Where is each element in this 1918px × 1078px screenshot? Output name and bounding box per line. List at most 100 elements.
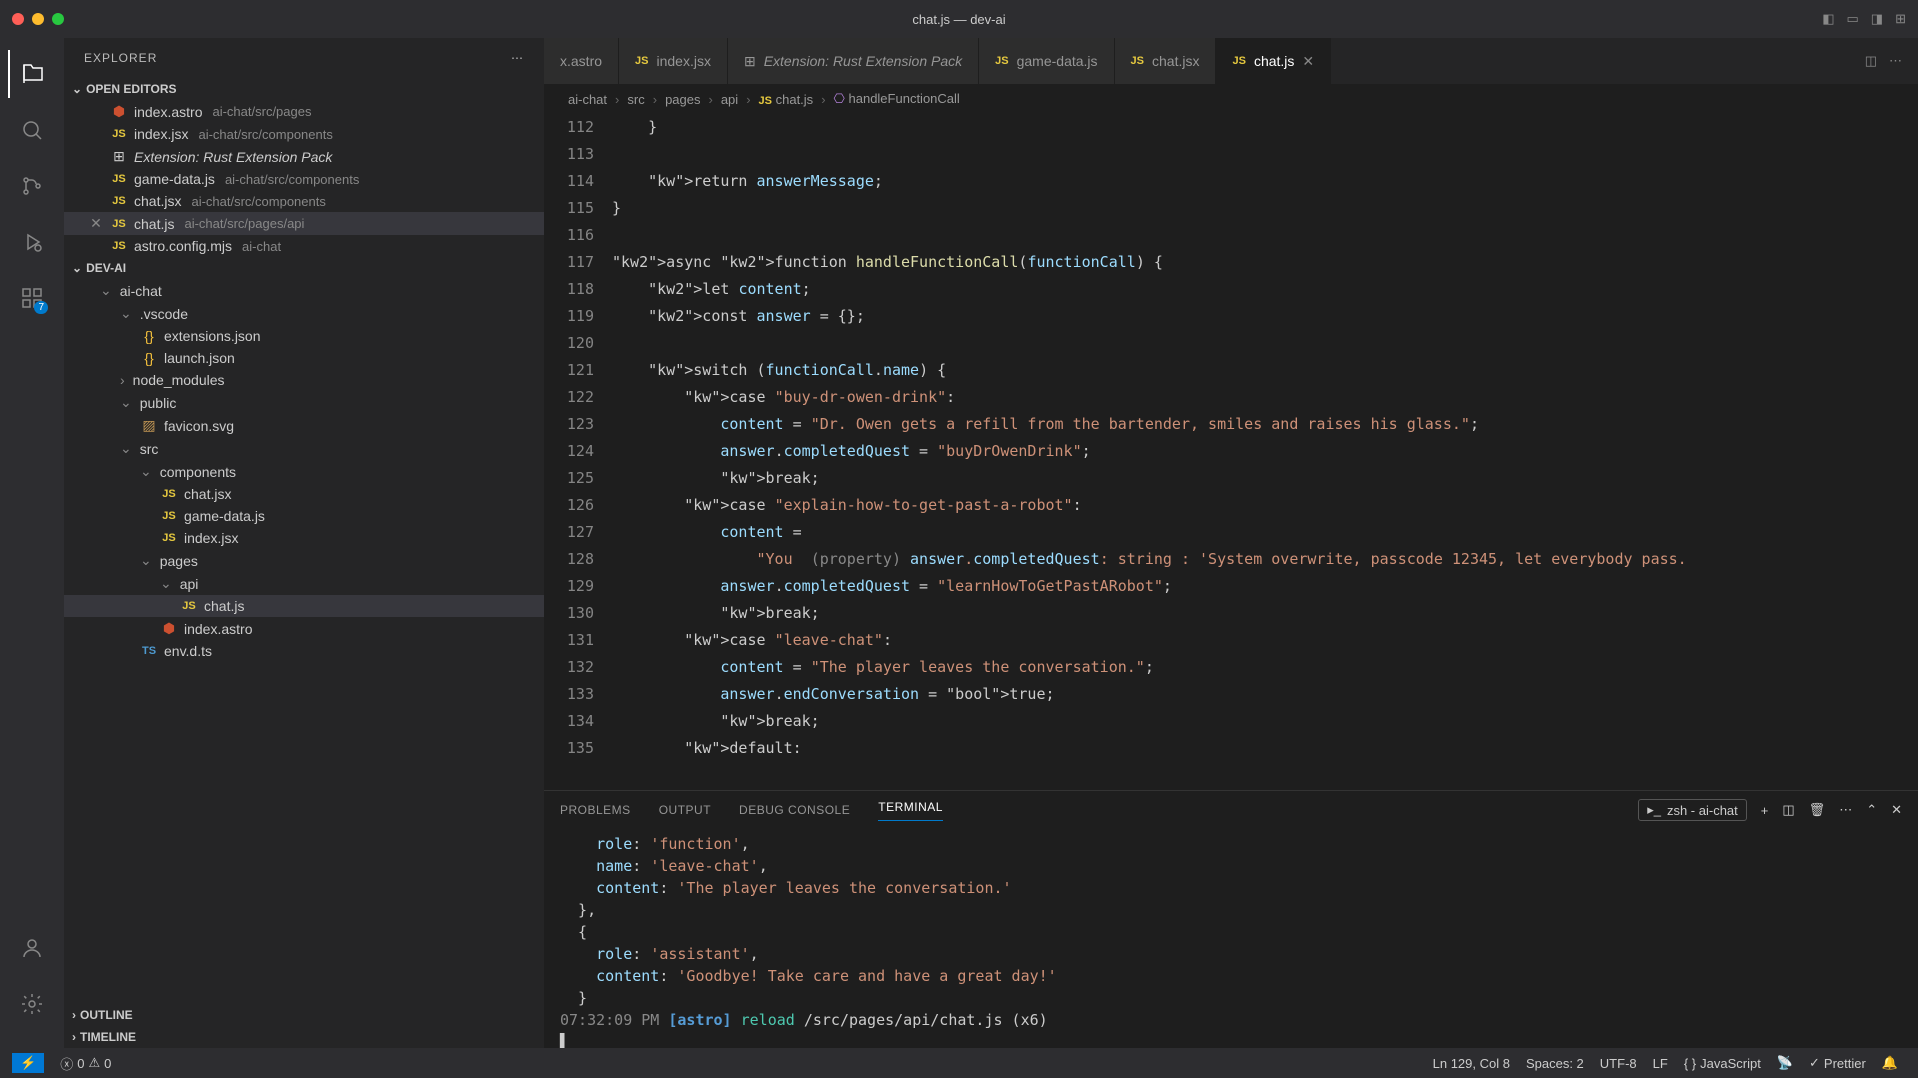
terminal-tab[interactable]: TERMINAL (878, 800, 943, 821)
editor-tab[interactable]: JSchat.js✕ (1216, 38, 1331, 84)
open-editor-item[interactable]: JSchat.jsxai-chat/src/components (64, 190, 544, 212)
editor-tab[interactable]: x.astro (544, 38, 619, 84)
maximize-panel-icon[interactable]: ⌃ (1866, 802, 1877, 818)
new-terminal-icon[interactable]: + (1761, 803, 1769, 818)
editor-path: ai-chat/src/components (225, 172, 359, 187)
editor-path: ai-chat (242, 239, 281, 254)
folder-item[interactable]: ⌄api (64, 572, 544, 595)
account-activity[interactable] (8, 924, 56, 972)
file-item[interactable]: JSchat.jsx (64, 483, 544, 505)
sidebar: EXPLORER ⋯ ⌄ OPEN EDITORS ⬢index.astroai… (64, 38, 544, 1048)
settings-activity[interactable] (8, 980, 56, 1028)
file-item[interactable]: {}launch.json (64, 347, 544, 369)
close-tab-icon[interactable]: ✕ (1302, 53, 1314, 70)
minimize-window-button[interactable] (32, 13, 44, 25)
close-window-button[interactable] (12, 13, 24, 25)
chevron-right-icon: › (120, 372, 125, 388)
breadcrumb-item[interactable]: src (627, 92, 644, 107)
problems-tab[interactable]: PROBLEMS (560, 803, 631, 817)
search-activity[interactable] (8, 106, 56, 154)
file-item[interactable]: {}extensions.json (64, 325, 544, 347)
chevron-down-icon: ⌄ (140, 463, 152, 480)
terminal-icon: ▸_ (1647, 802, 1661, 818)
open-editor-item[interactable]: JSindex.jsxai-chat/src/components (64, 123, 544, 145)
breadcrumb-item[interactable]: JS chat.js (759, 92, 814, 107)
breadcrumb-item[interactable]: ⎔ handleFunctionCall (834, 91, 960, 107)
folder-item[interactable]: ⌄public (64, 391, 544, 414)
editor-tab[interactable]: JSindex.jsx (619, 38, 728, 84)
editor-tab[interactable]: JSchat.jsx (1115, 38, 1217, 84)
eol[interactable]: LF (1645, 1055, 1676, 1071)
file-item[interactable]: JSgame-data.js (64, 505, 544, 527)
kill-terminal-icon[interactable]: 🗑 (1809, 802, 1826, 818)
file-item[interactable]: ⬢index.astro (64, 617, 544, 640)
errors-status[interactable]: ⓧ 0 ⚠ 0 (52, 1053, 119, 1073)
cursor-position[interactable]: Ln 129, Col 8 (1425, 1055, 1518, 1071)
explorer-activity[interactable] (8, 50, 56, 98)
prettier-status[interactable]: ✓ Prettier (1801, 1055, 1874, 1071)
open-editor-item[interactable]: ⊞Extension: Rust Extension Pack (64, 145, 544, 168)
indentation[interactable]: Spaces: 2 (1518, 1055, 1592, 1071)
breadcrumb-item[interactable]: pages (665, 92, 700, 107)
layout-icon[interactable]: ⊞ (1895, 11, 1906, 27)
chevron-down-icon: ⌄ (72, 82, 82, 96)
explorer-more-icon[interactable]: ⋯ (511, 51, 524, 65)
open-editor-item[interactable]: ✕JSchat.jsai-chat/src/pages/api (64, 212, 544, 235)
debug-console-tab[interactable]: DEBUG CONSOLE (739, 803, 850, 817)
folder-item[interactable]: › node_modules (64, 369, 544, 391)
folder-item[interactable]: ⌄pages (64, 549, 544, 572)
editor-filename: game-data.js (134, 171, 215, 187)
close-editor-icon[interactable]: ✕ (88, 215, 104, 232)
more-terminal-icon[interactable]: ⋯ (1839, 802, 1852, 818)
maximize-window-button[interactable] (52, 13, 64, 25)
encoding[interactable]: UTF-8 (1592, 1055, 1645, 1071)
tree-item-label: launch.json (164, 350, 235, 366)
panel-right-icon[interactable]: ◨ (1871, 11, 1883, 27)
output-tab[interactable]: OUTPUT (659, 803, 711, 817)
tab-label: x.astro (560, 53, 602, 69)
panel-left-icon[interactable]: ◧ (1822, 11, 1834, 27)
breadcrumb-item[interactable]: ai-chat (568, 92, 607, 107)
timeline-section[interactable]: › TIMELINE (64, 1026, 544, 1048)
bottom-panel: PROBLEMS OUTPUT DEBUG CONSOLE TERMINAL ▸… (544, 790, 1918, 1048)
project-section[interactable]: ⌄ DEV-AI (64, 257, 544, 279)
chevron-down-icon: ⌄ (72, 261, 82, 275)
file-item[interactable]: JSindex.jsx (64, 527, 544, 549)
tree-item-label: favicon.svg (164, 418, 234, 434)
folder-item[interactable]: ⌄src (64, 437, 544, 460)
extensions-activity[interactable]: 7 (8, 274, 56, 322)
run-debug-activity[interactable] (8, 218, 56, 266)
folder-item[interactable]: ⌄components (64, 460, 544, 483)
file-item[interactable]: TSenv.d.ts (64, 640, 544, 662)
folder-item[interactable]: ⌄ai-chat (64, 279, 544, 302)
open-editor-item[interactable]: JSgame-data.jsai-chat/src/components (64, 168, 544, 190)
close-panel-icon[interactable]: ✕ (1891, 802, 1902, 818)
open-editor-item[interactable]: ⬢index.astroai-chat/src/pages (64, 100, 544, 123)
split-editor-icon[interactable]: ◫ (1865, 53, 1877, 69)
panel-bottom-icon[interactable]: ▭ (1847, 11, 1859, 27)
open-editors-section[interactable]: ⌄ OPEN EDITORS (64, 78, 544, 100)
terminal-output[interactable]: role: 'function', name: 'leave-chat', co… (544, 829, 1918, 1048)
breadcrumb[interactable]: ai-chat›src›pages›api›JS chat.js›⎔ handl… (544, 84, 1918, 114)
tree-item-label: node_modules (133, 372, 225, 388)
source-control-activity[interactable] (8, 162, 56, 210)
language-mode[interactable]: { } JavaScript (1676, 1055, 1769, 1071)
code-editor[interactable]: 1121131141151161171181191201211221231241… (544, 114, 1918, 790)
remote-button[interactable]: ⚡ (12, 1053, 44, 1073)
editor-tab[interactable]: ⊞Extension: Rust Extension Pack (728, 38, 979, 84)
outline-section[interactable]: › OUTLINE (64, 1004, 544, 1026)
notifications-icon[interactable]: 🔔 (1874, 1055, 1906, 1071)
feedback-icon[interactable]: 📡 (1769, 1055, 1801, 1071)
file-item[interactable]: JSchat.js (64, 595, 544, 617)
terminal-shell-selector[interactable]: ▸_ zsh - ai-chat (1638, 799, 1747, 821)
more-actions-icon[interactable]: ⋯ (1889, 53, 1902, 69)
tab-label: chat.jsx (1152, 53, 1199, 69)
explorer-title: EXPLORER (84, 51, 157, 65)
file-item[interactable]: ▨favicon.svg (64, 414, 544, 437)
open-editor-item[interactable]: JSastro.config.mjsai-chat (64, 235, 544, 257)
editor-tab[interactable]: JSgame-data.js (979, 38, 1114, 84)
folder-item[interactable]: ⌄.vscode (64, 302, 544, 325)
chevron-down-icon: ⌄ (160, 575, 172, 592)
breadcrumb-item[interactable]: api (721, 92, 738, 107)
split-terminal-icon[interactable]: ◫ (1782, 802, 1794, 818)
